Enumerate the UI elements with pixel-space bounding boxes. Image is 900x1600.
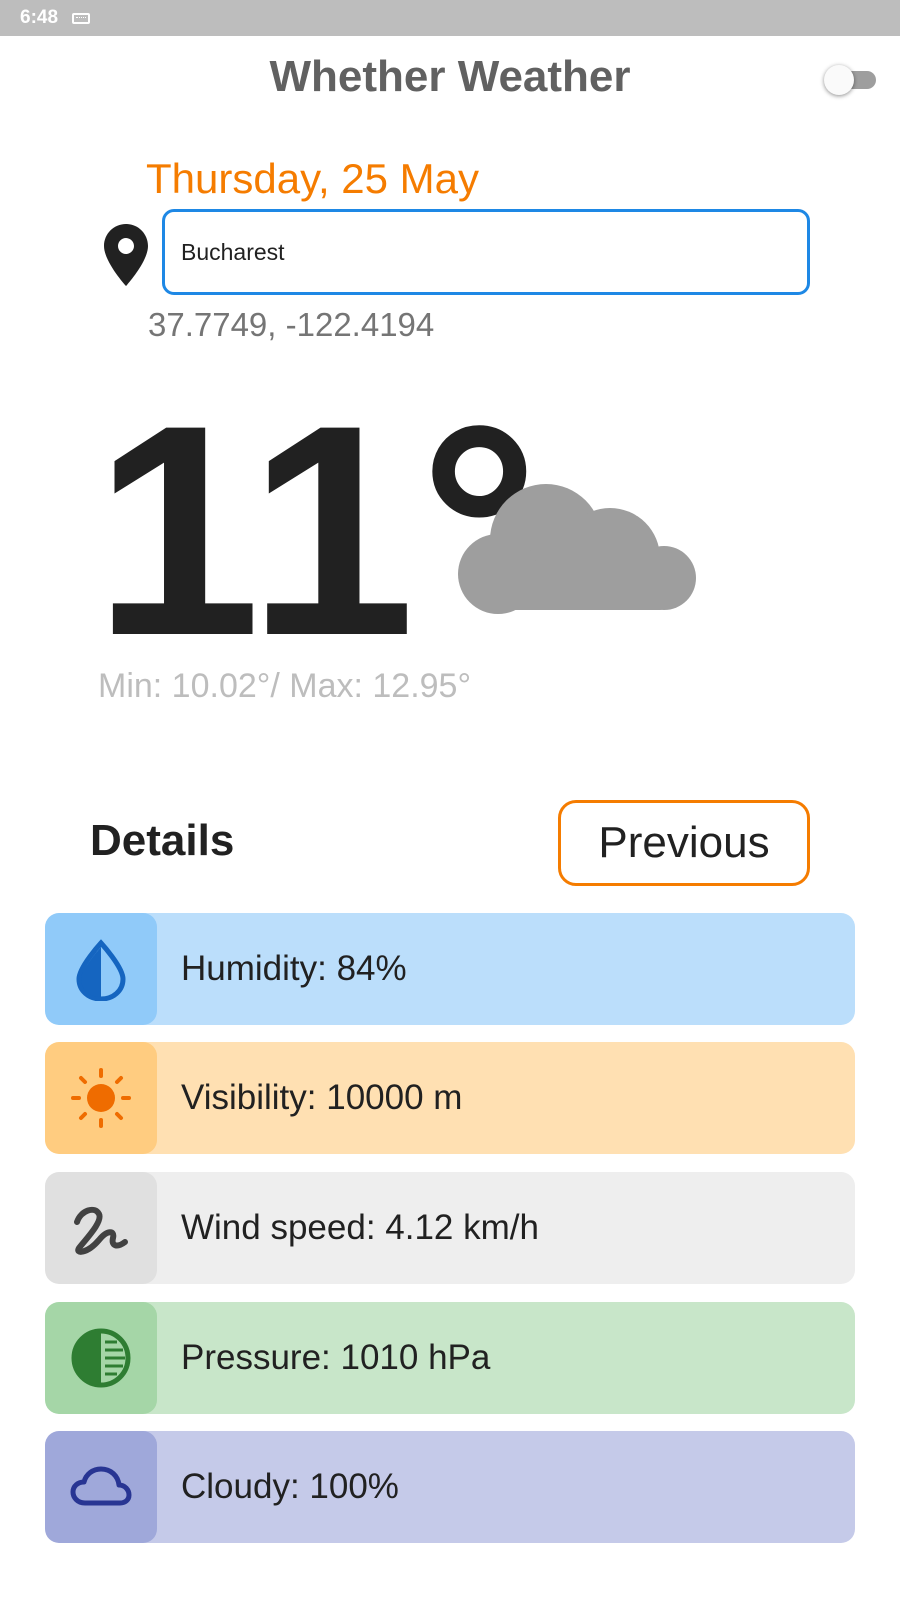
cloud-outline-icon [70, 1466, 132, 1506]
detail-card-humidity: Humidity: 84% [45, 913, 855, 1025]
toggle-thumb [824, 65, 854, 95]
sun-icon [71, 1068, 131, 1128]
min-max-temperature: Min: 10.02°/ Max: 12.95° [98, 667, 472, 705]
humidity-label: Humidity: 84% [181, 949, 407, 988]
pressure-gauge-icon [71, 1328, 131, 1388]
theme-toggle[interactable] [824, 63, 880, 95]
status-bar: 6:48 [0, 0, 900, 36]
status-time: 6:48 [20, 7, 59, 28]
detail-card-cloudy: Cloudy: 100% [45, 1431, 855, 1543]
card-icon-box [45, 1431, 157, 1543]
detail-card-wind: Wind speed: 4.12 km/h [45, 1172, 855, 1284]
card-icon-box [45, 1042, 157, 1154]
cloudy-label: Cloudy: 100% [181, 1467, 399, 1506]
location-pin-icon [104, 224, 148, 286]
city-search-input[interactable] [162, 209, 810, 295]
humidity-drop-icon [76, 939, 126, 1001]
detail-card-visibility: Visibility: 10000 m [45, 1042, 855, 1154]
visibility-label: Visibility: 10000 m [181, 1078, 463, 1117]
wind-icon [74, 1206, 128, 1255]
details-heading: Details [90, 816, 235, 865]
coordinates-label: 37.7749, -122.4194 [148, 306, 435, 343]
card-icon-box [45, 1172, 157, 1284]
pressure-label: Pressure: 1010 hPa [181, 1338, 491, 1377]
card-icon-box [45, 913, 157, 1025]
app-title: Whether Weather [269, 52, 631, 101]
wind-speed-label: Wind speed: 4.12 km/h [181, 1208, 539, 1247]
detail-card-pressure: Pressure: 1010 hPa [45, 1302, 855, 1414]
keyboard-icon [72, 12, 91, 24]
cloud-icon [458, 484, 696, 614]
previous-button[interactable]: Previous [558, 800, 810, 886]
date-label: Thursday, 25 May [146, 155, 480, 202]
card-icon-box [45, 1302, 157, 1414]
